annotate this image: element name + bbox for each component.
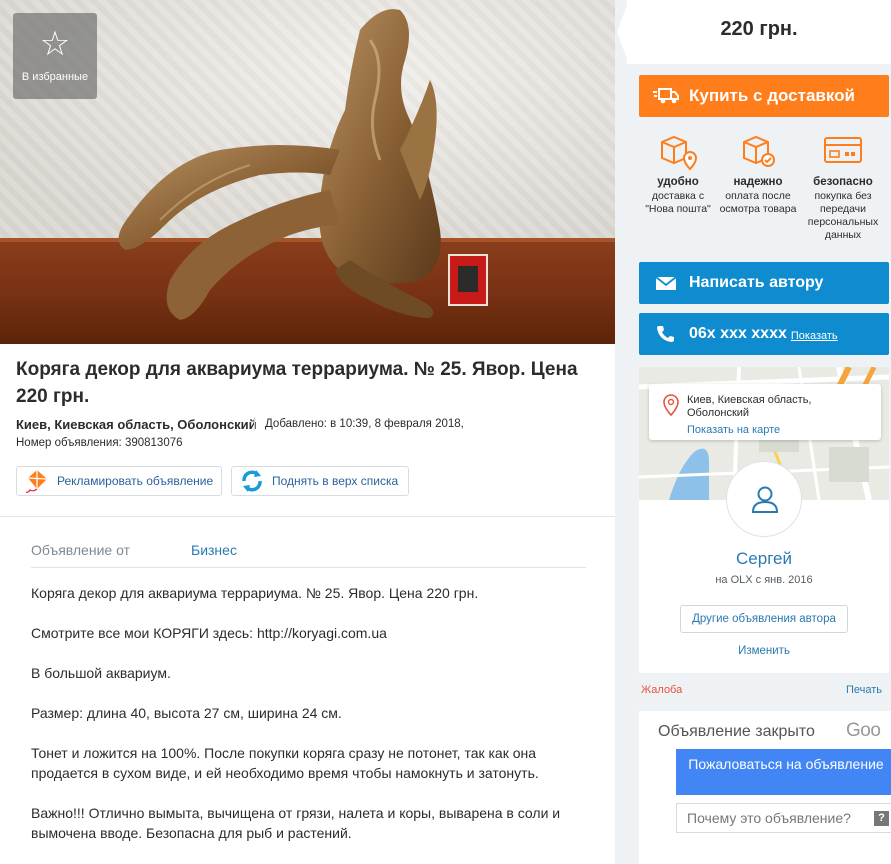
delivery-box-pin-icon (661, 135, 698, 171)
listing-photo[interactable]: ☆ В избранные (0, 0, 615, 344)
description-paragraph: Важно!!! Отлично вымыта, вычищена от гря… (31, 805, 561, 841)
why-this-ad-label: Почему это объявление? (687, 810, 851, 826)
phone-button[interactable]: 06x xxx xxxx Показать (639, 313, 889, 355)
feature-safe: безопасно покупка без передачи персональ… (802, 132, 884, 242)
star-icon: ☆ (39, 25, 71, 63)
description-paragraph: Коряга декор для аквариума террариума. №… (31, 585, 479, 601)
meta-divider (254, 417, 255, 431)
listing-added-date: Добавлено: в 10:39, 8 февраля 2018, (265, 418, 464, 430)
kite-icon (25, 470, 48, 493)
card-icon (824, 137, 862, 163)
complain-link[interactable]: Жалоба (641, 684, 682, 696)
write-author-label: Написать автору (689, 274, 824, 291)
listing-location: Киев, Киевская область, Оболонский (16, 417, 257, 432)
google-ad-box: Объявление закрыто Goo Пожаловаться на о… (639, 711, 891, 864)
feature-text: доставка с "Нова пошта" (645, 190, 711, 215)
listing-description: Коряга декор для аквариума террариума. №… (31, 583, 591, 863)
delivery-truck-icon (653, 88, 679, 104)
question-icon: ? (874, 811, 889, 826)
feature-title: надежно (733, 176, 783, 188)
box-check-icon (743, 135, 775, 167)
listing-id: Номер объявления: 390813076 (16, 437, 183, 449)
ad-closed-title: Объявление закрыто (658, 723, 815, 740)
listing-main: ☆ В избранные Коряга декор для аквариума… (0, 0, 615, 864)
description-paragraph: Тонет и ложится на 100%. После покупки к… (31, 745, 539, 781)
report-ad-button[interactable]: Пожаловаться на объявление (676, 749, 891, 795)
buy-with-delivery-button[interactable]: Купить с доставкой (639, 75, 889, 117)
feature-text: оплата после осмотра товара (719, 190, 797, 215)
other-ads-button[interactable]: Другие объявления автора (680, 605, 848, 633)
listing-title: Коряга декор для аквариума террариума. №… (16, 359, 578, 407)
favorite-button[interactable]: ☆ В избранные (13, 13, 97, 99)
seller-since: на OLX с янв. 2016 (715, 574, 813, 586)
matchbox (448, 254, 488, 306)
location-pin-icon (663, 394, 679, 416)
feature-title: безопасно (813, 176, 873, 188)
price: 220 грн. (720, 18, 798, 40)
description-paragraph: Размер: длина 40, высота 27 см, ширина 2… (31, 705, 342, 721)
advertise-label: Рекламировать объявление (57, 474, 214, 488)
feature-title: удобно (657, 176, 699, 188)
buy-label: Купить с доставкой (689, 86, 855, 105)
offer-from-label: Объявление от (31, 542, 130, 558)
raise-button[interactable]: Поднять в верх списка (231, 466, 409, 496)
phone-icon (657, 326, 674, 342)
print-link[interactable]: Печать (846, 684, 882, 696)
write-author-button[interactable]: Написать автору (639, 262, 889, 304)
refresh-icon (242, 470, 262, 492)
advertise-button[interactable]: Рекламировать объявление (16, 466, 222, 496)
section-divider (0, 516, 615, 517)
show-phone-link[interactable]: Показать (791, 330, 838, 342)
seller-card: Киев, Киевская область, Оболонский Показ… (639, 367, 889, 673)
seller-name[interactable]: Сергей (639, 549, 889, 569)
favorite-label: В избранные (21, 71, 89, 83)
edit-link[interactable]: Изменить (639, 645, 889, 657)
why-this-ad-button[interactable]: Почему это объявление? ? (676, 803, 891, 833)
feature-reliable: надежно оплата после осмотра товара (717, 132, 799, 216)
raise-label: Поднять в верх списка (272, 474, 399, 488)
google-logo: Goo (846, 720, 881, 741)
show-on-map-link[interactable]: Показать на карте (687, 424, 780, 436)
map-address: Киев, Киевская область, Оболонский (687, 394, 812, 419)
avatar[interactable] (726, 461, 802, 537)
details-divider (31, 567, 586, 568)
description-paragraph: В большой аквариум. (31, 665, 171, 681)
description-paragraph: Смотрите все мои КОРЯГИ здесь: http://ko… (31, 625, 387, 641)
offer-from-value[interactable]: Бизнес (191, 542, 237, 558)
feature-text: покупка без передачи персональных данных (807, 190, 879, 241)
phone-number: 06x xxx xxxx (689, 325, 787, 342)
feature-convenient: удобно доставка с "Нова пошта" (637, 132, 719, 216)
map-popup: Киев, Киевская область, Оболонский Показ… (649, 384, 881, 440)
user-icon (751, 486, 779, 513)
envelope-icon (655, 276, 677, 290)
